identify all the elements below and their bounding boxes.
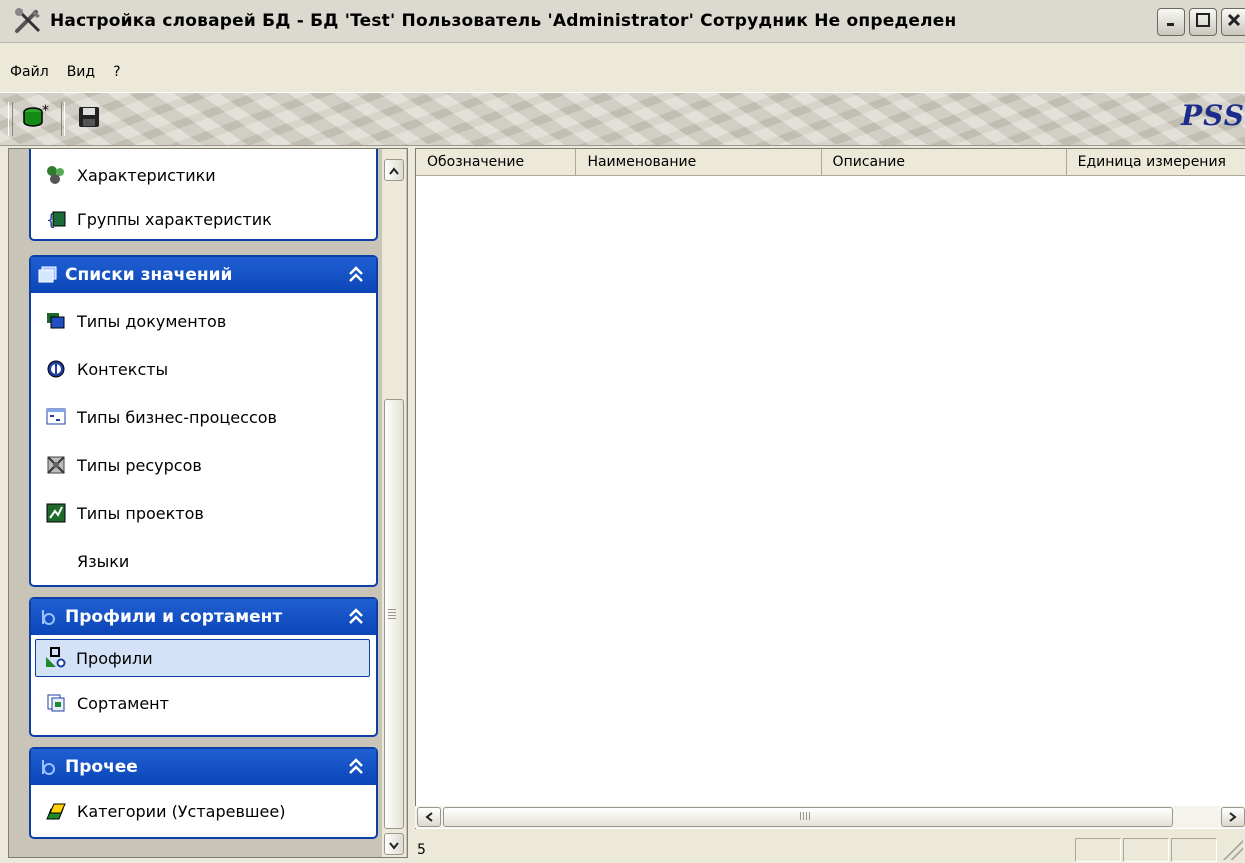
group-header-profiles-assortment[interactable]: Профили и сортамент	[31, 599, 376, 635]
scroll-down-button[interactable]	[384, 833, 404, 855]
title-bar: Настройка словарей БД - БД 'Test' Пользо…	[0, 0, 1245, 43]
contexts-icon	[45, 358, 67, 380]
chevron-up-icon	[388, 161, 400, 180]
maximize-icon	[1195, 12, 1211, 32]
sidebar-item-label: Характеристики	[77, 165, 216, 185]
group-header-other[interactable]: Прочее	[31, 749, 376, 785]
data-grid[interactable]: Обозначение Наименование Описание Единиц…	[415, 148, 1245, 829]
status-count: 5	[417, 841, 426, 858]
sidebar-item-characteristic-groups[interactable]: { Группы характеристик	[31, 197, 376, 241]
scroll-grip	[800, 812, 810, 820]
status-panel	[1123, 838, 1169, 862]
column-header-description[interactable]: Описание	[822, 149, 1067, 175]
column-header-name[interactable]: Наименование	[576, 149, 822, 175]
brand-logo: PSS	[1181, 99, 1245, 132]
sidebar-item-business-process-types[interactable]: Типы бизнес-процессов	[31, 395, 376, 439]
sidebar-item-label: Категории (Устаревшее)	[77, 801, 286, 821]
sidebar-item-resource-types[interactable]: Типы ресурсов	[31, 443, 376, 487]
project-types-icon	[45, 502, 67, 524]
sidebar-item-languages[interactable]: Языки	[31, 539, 376, 583]
toolbar-separator	[61, 102, 65, 136]
menu-file[interactable]: Файл	[0, 64, 57, 80]
menu-help[interactable]: ?	[103, 64, 128, 80]
grid-horizontal-scrollbar[interactable]	[415, 806, 1245, 828]
group-title: Профили и сортамент	[65, 607, 283, 627]
scroll-left-button[interactable]	[417, 807, 441, 827]
svg-text:*: *	[42, 103, 49, 119]
characteristics-icon	[45, 164, 67, 186]
sidebar-item-document-types[interactable]: Типы документов	[31, 299, 376, 343]
menu-bar: Файл Вид ?	[0, 58, 1245, 86]
maximize-button[interactable]	[1189, 8, 1217, 36]
sidebar-item-label: Сортамент	[77, 693, 169, 713]
group-characteristics: Характеристики { Группы характеристик	[29, 149, 378, 241]
assortment-icon	[45, 692, 67, 714]
chevron-down-icon	[388, 835, 400, 854]
value-lists-icon	[37, 264, 59, 286]
sidebar-item-label: Типы бизнес-процессов	[77, 407, 277, 427]
status-panel	[1075, 838, 1121, 862]
sidebar-item-label: Группы характеристик	[77, 209, 272, 229]
minimize-button[interactable]	[1157, 8, 1185, 36]
group-title: Списки значений	[65, 265, 233, 285]
sidebar-scrollbar[interactable]	[382, 149, 406, 857]
save-button[interactable]	[69, 99, 109, 139]
new-database-button[interactable]: *	[17, 99, 57, 139]
sidebar: Характеристики { Группы характеристик Сп…	[8, 148, 408, 858]
column-header-unit[interactable]: Единица измерения	[1067, 149, 1245, 175]
scroll-grip	[388, 609, 396, 619]
sidebar-item-label: Типы проектов	[77, 503, 204, 523]
group-header-value-lists[interactable]: Списки значений	[31, 257, 376, 293]
sidebar-item-profiles[interactable]: Профили	[35, 639, 370, 677]
resize-grip[interactable]	[1223, 840, 1243, 860]
profiles-icon	[44, 647, 66, 669]
chevron-up-icon[interactable]	[346, 606, 366, 626]
other-group-icon	[37, 756, 59, 778]
minimize-icon	[1164, 13, 1178, 32]
status-bar: 5	[415, 836, 1245, 863]
chevron-up-icon[interactable]	[346, 264, 366, 284]
toolbar: * PSS	[0, 92, 1245, 146]
close-button[interactable]	[1221, 8, 1245, 36]
window-title: Настройка словарей БД - БД 'Test' Пользо…	[50, 11, 957, 31]
chevron-left-icon	[424, 808, 434, 827]
scroll-up-button[interactable]	[384, 159, 404, 181]
chevron-right-icon	[1228, 808, 1238, 827]
column-header-designation[interactable]: Обозначение	[416, 149, 577, 175]
sidebar-item-label: Языки	[77, 551, 130, 571]
group-other: Прочее Категории (Устаревшее)	[29, 747, 378, 839]
document-types-icon	[45, 310, 67, 332]
tools-icon	[12, 4, 46, 38]
database-new-icon: *	[22, 103, 52, 135]
scroll-right-button[interactable]	[1221, 807, 1245, 827]
sidebar-item-label: Профили	[76, 648, 153, 668]
categories-icon	[45, 800, 67, 822]
sidebar-item-label: Типы документов	[77, 311, 227, 331]
sidebar-item-project-types[interactable]: Типы проектов	[31, 491, 376, 535]
status-panel	[1171, 838, 1217, 862]
menu-view[interactable]: Вид	[57, 64, 103, 80]
characteristic-groups-icon: {	[45, 208, 67, 230]
sidebar-item-characteristics[interactable]: Характеристики	[31, 153, 376, 197]
save-icon	[77, 105, 101, 133]
resource-types-icon	[45, 454, 67, 476]
sidebar-item-label: Типы ресурсов	[77, 455, 202, 475]
close-icon	[1226, 12, 1242, 32]
sidebar-item-categories[interactable]: Категории (Устаревшее)	[31, 789, 376, 833]
group-profiles-assortment: Профили и сортамент Профили Сортамент	[29, 597, 378, 737]
sidebar-item-label: Контексты	[77, 359, 169, 379]
group-title: Прочее	[65, 757, 138, 777]
sidebar-item-contexts[interactable]: Контексты	[31, 347, 376, 391]
chevron-up-icon[interactable]	[346, 756, 366, 776]
languages-icon-placeholder	[45, 550, 67, 572]
group-value-lists: Списки значений Типы документов Контекст…	[29, 255, 378, 587]
splitter[interactable]	[408, 148, 415, 863]
profiles-group-icon	[37, 606, 59, 628]
toolbar-grip[interactable]	[8, 102, 13, 136]
grid-header: Обозначение Наименование Описание Единиц…	[416, 149, 1245, 176]
sidebar-item-assortment[interactable]: Сортамент	[31, 681, 376, 725]
business-process-types-icon	[45, 406, 67, 428]
